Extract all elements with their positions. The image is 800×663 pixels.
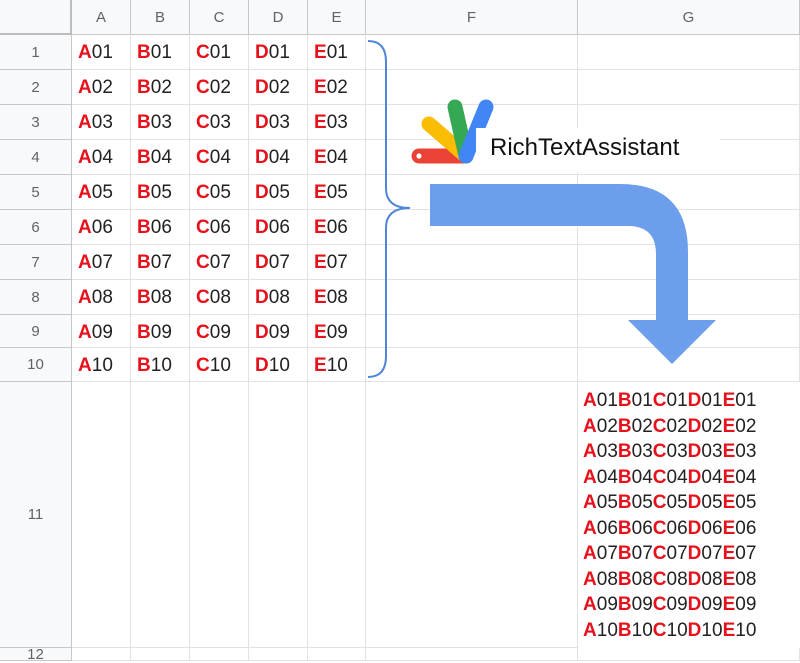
apps-script-logo-icon — [411, 99, 494, 164]
addon-name-label: RichTextAssistant — [476, 128, 720, 172]
logo-dot — [416, 153, 422, 159]
spreadsheet-grid: ABCDEFG 1 2 3 4 5 6 7 8 9 10 11 12 A01 B01 C01 D01 E01 A… — [0, 0, 800, 663]
